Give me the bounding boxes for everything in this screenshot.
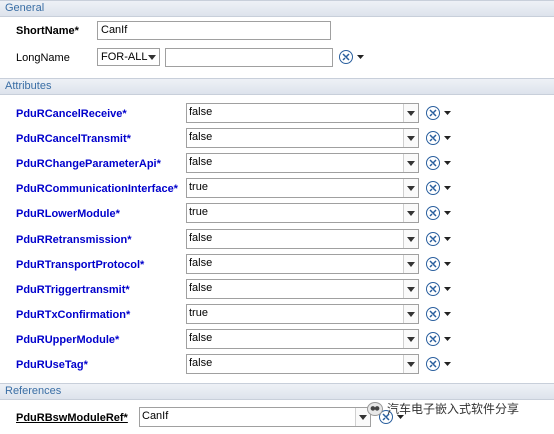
chevron-down-icon	[403, 104, 418, 122]
bsw-module-ref-label: PduRBswModuleRef*	[16, 412, 128, 424]
attribute-label: PduRRetransmission*	[16, 234, 132, 246]
tools-dropdown-icon[interactable]	[444, 262, 451, 266]
attribute-label: PduRCommunicationInterface*	[16, 183, 178, 195]
attribute-label: PduRTxConfirmation*	[16, 309, 131, 321]
attribute-value-select[interactable]: false	[186, 329, 419, 349]
tools-icon[interactable]	[426, 257, 440, 271]
attribute-value: true	[189, 206, 208, 218]
watermark-text: 汽车电子嵌入式软件分享	[387, 402, 520, 416]
short-name-label: ShortName*	[16, 25, 79, 37]
attribute-value: false	[189, 232, 213, 244]
attribute-value-select[interactable]: false	[186, 254, 419, 274]
attribute-value: false	[189, 257, 213, 269]
attribute-value-select[interactable]: false	[186, 229, 419, 249]
attribute-label: PduRCancelReceive*	[16, 108, 127, 120]
chevron-down-icon	[403, 204, 418, 222]
long-name-input[interactable]	[165, 48, 333, 67]
tools-icon[interactable]	[426, 282, 440, 296]
attribute-value: false	[189, 357, 213, 369]
tools-icon[interactable]	[426, 357, 440, 371]
tools-dropdown-icon[interactable]	[444, 111, 451, 115]
chevron-down-icon	[403, 355, 418, 373]
tools-icon[interactable]	[339, 50, 353, 64]
long-name-label: LongName	[16, 52, 70, 64]
bsw-module-ref-value: CanIf	[142, 410, 169, 422]
chevron-down-icon	[403, 255, 418, 273]
tools-dropdown-icon[interactable]	[444, 211, 451, 215]
tools-icon[interactable]	[426, 181, 440, 195]
tools-dropdown-icon[interactable]	[444, 362, 451, 366]
attribute-value-select[interactable]: false	[186, 354, 419, 374]
attribute-label: PduRLowerModule*	[16, 208, 120, 220]
wechat-logo-icon	[367, 401, 383, 416]
chevron-down-icon	[403, 129, 418, 147]
tools-dropdown-icon[interactable]	[444, 337, 451, 341]
tools-dropdown-icon[interactable]	[357, 55, 364, 59]
attribute-label: PduRUpperModule*	[16, 334, 120, 346]
tools-icon[interactable]	[426, 156, 440, 170]
attribute-value-select[interactable]: true	[186, 203, 419, 223]
tools-dropdown-icon[interactable]	[444, 287, 451, 291]
chevron-down-icon	[403, 280, 418, 298]
attribute-value-select[interactable]: true	[186, 304, 419, 324]
chevron-down-icon	[403, 179, 418, 197]
tools-icon[interactable]	[426, 307, 440, 321]
attributes-section-header: Attributes	[0, 78, 554, 95]
attribute-label: PduRChangeParameterApi*	[16, 158, 161, 170]
chevron-down-icon	[403, 330, 418, 348]
watermark: 汽车电子嵌入式软件分享	[367, 400, 519, 417]
chevron-down-icon	[403, 230, 418, 248]
chevron-down-icon	[403, 305, 418, 323]
language-select[interactable]: FOR-ALL	[97, 48, 160, 66]
attribute-value: true	[189, 181, 208, 193]
attribute-label: PduRCancelTransmit*	[16, 133, 131, 145]
attribute-value: false	[189, 131, 213, 143]
tools-icon[interactable]	[426, 131, 440, 145]
attribute-value-select[interactable]: true	[186, 178, 419, 198]
tools-dropdown-icon[interactable]	[444, 161, 451, 165]
attribute-value-select[interactable]: false	[186, 279, 419, 299]
tools-dropdown-icon[interactable]	[444, 312, 451, 316]
attribute-label: PduRUseTag*	[16, 359, 88, 371]
tools-icon[interactable]	[426, 332, 440, 346]
references-section-header: References	[0, 383, 554, 400]
attribute-value: true	[189, 307, 208, 319]
tools-icon[interactable]	[426, 106, 440, 120]
attribute-value: false	[189, 332, 213, 344]
attribute-value: false	[189, 156, 213, 168]
chevron-down-icon	[403, 154, 418, 172]
tools-dropdown-icon[interactable]	[444, 136, 451, 140]
short-name-input[interactable]: CanIf	[97, 21, 331, 40]
tools-icon[interactable]	[426, 206, 440, 220]
language-select-value: FOR-ALL	[101, 51, 148, 63]
attribute-value-select[interactable]: false	[186, 153, 419, 173]
tools-dropdown-icon[interactable]	[444, 237, 451, 241]
attribute-value-select[interactable]: false	[186, 128, 419, 148]
attribute-label: PduRTriggertransmit*	[16, 284, 130, 296]
attribute-value: false	[189, 282, 213, 294]
attribute-value-select[interactable]: false	[186, 103, 419, 123]
chevron-down-icon	[145, 49, 159, 65]
attribute-label: PduRTransportProtocol*	[16, 259, 145, 271]
general-section-header: General	[0, 0, 554, 17]
tools-dropdown-icon[interactable]	[444, 186, 451, 190]
bsw-module-ref-select[interactable]: CanIf	[139, 407, 371, 427]
tools-icon[interactable]	[426, 232, 440, 246]
attribute-value: false	[189, 106, 213, 118]
